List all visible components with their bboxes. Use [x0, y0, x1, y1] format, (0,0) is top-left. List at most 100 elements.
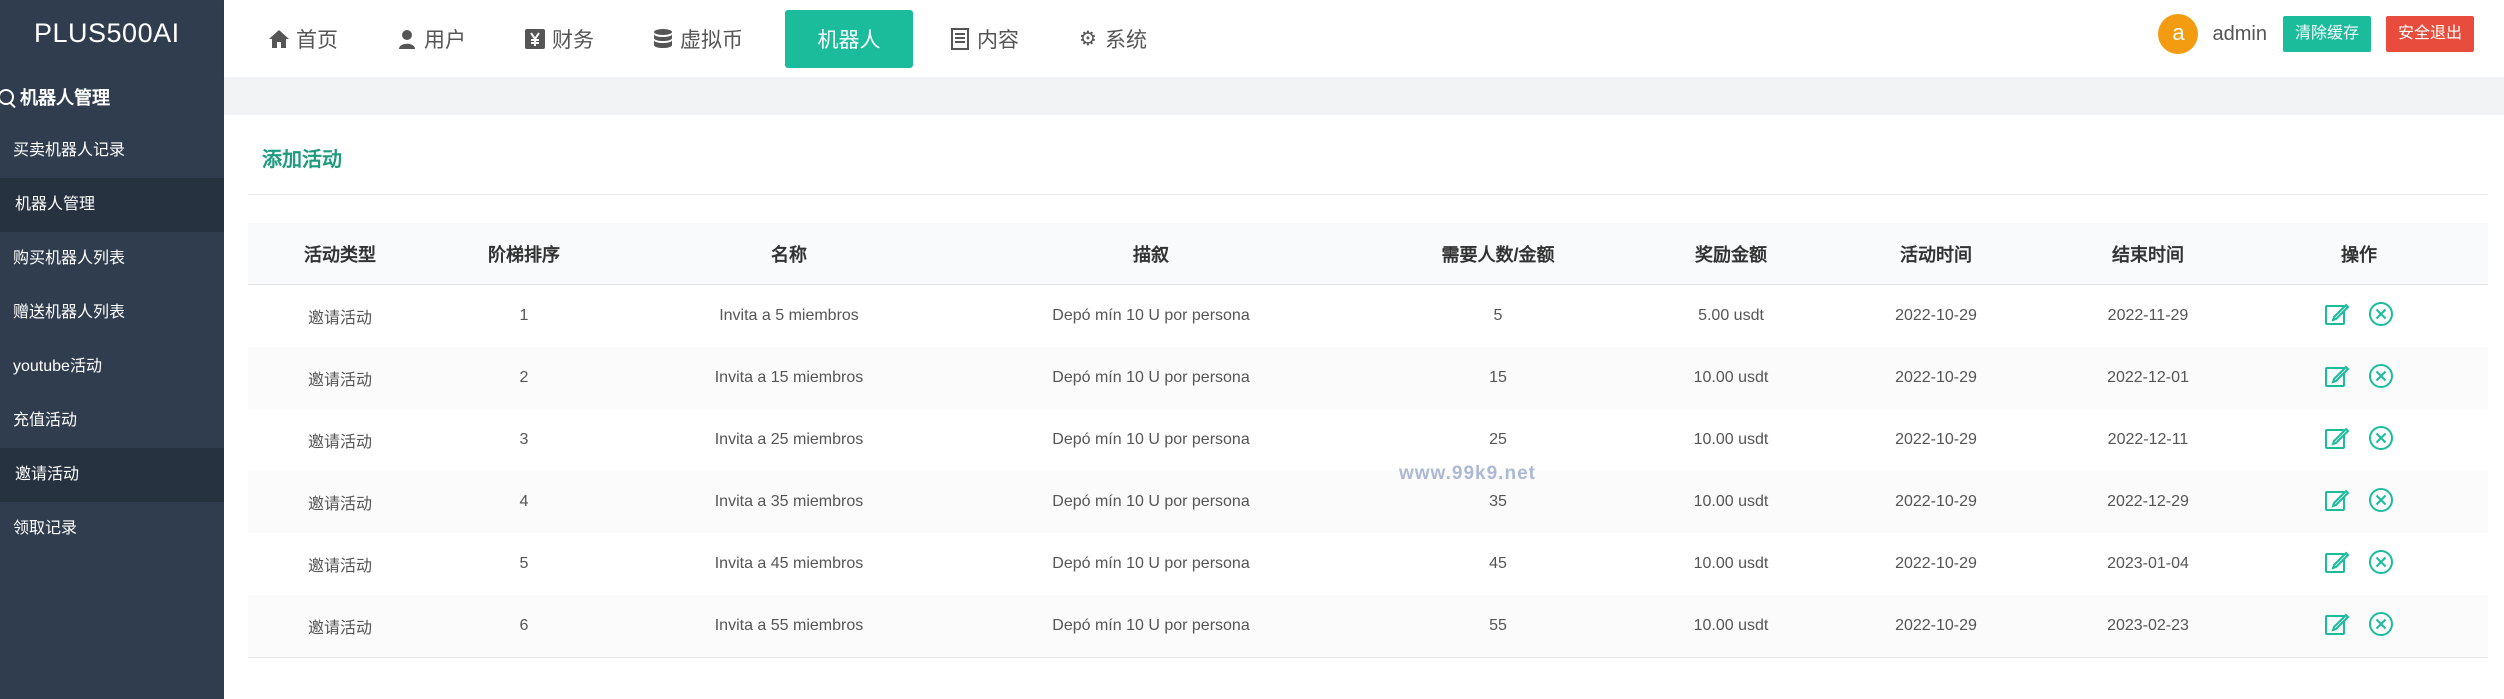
nav-finance[interactable]: 财务 [510, 10, 608, 68]
edit-icon[interactable] [2324, 487, 2350, 513]
edit-icon[interactable] [2324, 425, 2350, 451]
cell-start-time: 2022-10-29 [1895, 431, 1977, 448]
database-icon [654, 28, 672, 48]
nav-users[interactable]: 用户 [382, 10, 480, 68]
nav-system-label: 系统 [1105, 28, 1147, 52]
nav-robot-label: 机器人 [817, 28, 881, 52]
cell-reward: 10.00 usdt [1693, 431, 1769, 448]
sidebar-item-recharge-activity[interactable]: 充值活动 [0, 394, 224, 448]
cell-name: Invita a 25 miembros [714, 431, 864, 448]
sidebar-item-purchased-robots[interactable]: 购买机器人列表 [0, 232, 224, 286]
nav-content[interactable]: 内容 [935, 10, 1033, 68]
sidebar-section-label: 机器人管理 [20, 88, 110, 108]
add-activity-link[interactable]: 添加活动 [262, 143, 342, 172]
cell-actions [2230, 533, 2488, 595]
cell-description: Depó mín 10 U por persona [962, 471, 1340, 533]
top-navbar: 首页 用户 财务 虚拟币 机器人 内容 ⚙ 系统 a admin 清除缓存 安全… [224, 0, 2504, 77]
avatar[interactable]: a [2158, 14, 2199, 54]
cell-reward: 5.00 usdt [1698, 307, 1764, 324]
logout-button[interactable]: 安全退出 [2385, 16, 2474, 52]
cell-start-time: 2022-10-29 [1806, 471, 2066, 533]
cell-order: 1 [519, 307, 529, 324]
main-content: 添加活动 活动类型 阶梯排序 名称 描叙 需要人数/金额 奖励金额 活动时间 结… [224, 115, 2504, 699]
cell-end-time: 2023-01-04 [2107, 555, 2189, 572]
cell-start-time: 2022-10-29 [1895, 555, 1977, 572]
cell-actions [2230, 595, 2488, 658]
cell-required: 25 [1489, 431, 1507, 448]
cell-name: Invita a 35 miembros [616, 471, 962, 533]
delete-icon[interactable] [2368, 301, 2394, 327]
table-header-row: 活动类型 阶梯排序 名称 描叙 需要人数/金额 奖励金额 活动时间 结束时间 操… [248, 223, 2488, 285]
cell-type: 邀请活动 [248, 347, 432, 409]
col-header-reward: 奖励金额 [1656, 223, 1806, 285]
username[interactable]: admin [2212, 23, 2266, 46]
app-logo: PLUS500AI [34, 18, 180, 48]
cell-required: 5 [1493, 307, 1503, 324]
cell-order: 6 [432, 595, 616, 658]
cell-name: Invita a 45 miembros [714, 555, 864, 572]
user-area: a admin 清除缓存 安全退出 [2158, 14, 2474, 54]
delete-icon[interactable] [2368, 611, 2394, 637]
watermark: www.99k9.net [1399, 463, 1536, 484]
sidebar-item-gifted-robots[interactable]: 赠送机器人列表 [0, 286, 224, 340]
cell-end-time: 2022-12-11 [2107, 431, 2189, 448]
table-row: 邀请活动 1 Invita a 5 miembros Depó mín 10 U… [248, 285, 2488, 348]
cell-reward: 10.00 usdt [1656, 347, 1806, 409]
sidebar-item-robot-trade-records[interactable]: 买卖机器人记录 [0, 124, 224, 178]
col-header-end-time: 结束时间 [2066, 223, 2230, 285]
cell-description: Depó mín 10 U por persona [962, 595, 1340, 658]
nav-finance-label: 财务 [552, 28, 594, 52]
nav-content-label: 内容 [977, 28, 1019, 52]
cell-end-time: 2022-12-01 [2066, 347, 2230, 409]
col-header-order: 阶梯排序 [432, 223, 616, 285]
delete-icon[interactable] [2368, 487, 2394, 513]
user-icon [399, 29, 415, 49]
delete-icon[interactable] [2368, 425, 2394, 451]
nav-system[interactable]: ⚙ 系统 [1063, 10, 1161, 68]
cell-description: Depó mín 10 U por persona [1052, 431, 1250, 448]
col-header-description: 描叙 [962, 223, 1340, 285]
edit-icon[interactable] [2324, 301, 2350, 327]
col-header-required: 需要人数/金额 [1340, 223, 1656, 285]
cell-required: 55 [1340, 595, 1656, 658]
nav-robot[interactable]: 机器人 [785, 9, 913, 68]
cell-name: Invita a 55 miembros [616, 595, 962, 658]
table-row: 邀请活动 4 Invita a 35 miembros Depó mín 10 … [248, 471, 2488, 533]
edit-icon[interactable] [2324, 611, 2350, 637]
cell-start-time: 2022-10-29 [1806, 595, 2066, 658]
sidebar-item-invite-activity[interactable]: 邀请活动 [0, 448, 224, 502]
clear-cache-button[interactable]: 清除缓存 [2282, 16, 2371, 52]
nav-users-label: 用户 [424, 28, 466, 52]
divider [248, 194, 2488, 195]
cell-name: Invita a 5 miembros [719, 307, 859, 324]
cell-actions [2230, 409, 2488, 471]
cell-type: 邀请活动 [248, 471, 432, 533]
cell-actions [2230, 347, 2488, 409]
nav-home[interactable]: 首页 [254, 10, 352, 68]
cell-reward: 10.00 usdt [1656, 595, 1806, 658]
delete-icon[interactable] [2368, 363, 2394, 389]
cell-order: 4 [432, 471, 616, 533]
nav-crypto[interactable]: 虚拟币 [638, 10, 757, 68]
table-row: 邀请活动 3 Invita a 25 miembros Depó mín 10 … [248, 409, 2488, 471]
activity-table: 活动类型 阶梯排序 名称 描叙 需要人数/金额 奖励金额 活动时间 结束时间 操… [248, 223, 2488, 658]
main-nav: 首页 用户 财务 虚拟币 机器人 内容 ⚙ 系统 [224, 0, 1191, 77]
cell-order: 5 [519, 555, 529, 572]
finance-icon [525, 28, 545, 49]
nav-home-label: 首页 [296, 28, 338, 52]
cell-type: 邀请活动 [248, 595, 432, 658]
sidebar-item-robot-management[interactable]: 机器人管理 [0, 178, 224, 232]
edit-icon[interactable] [2324, 549, 2350, 575]
edit-icon[interactable] [2324, 363, 2350, 389]
sidebar-item-youtube-activity[interactable]: youtube活动 [0, 340, 224, 394]
gear-icon: ⚙ [1079, 28, 1097, 50]
table-row: 邀请活动 6 Invita a 55 miembros Depó mín 10 … [248, 595, 2488, 658]
cell-type: 邀请活动 [307, 558, 372, 575]
cell-actions [2230, 471, 2488, 533]
cell-type: 邀请活动 [307, 310, 372, 327]
cell-end-time: 2022-12-29 [2066, 471, 2230, 533]
delete-icon[interactable] [2368, 549, 2394, 575]
cell-order: 2 [432, 347, 616, 409]
sidebar-item-claim-records[interactable]: 领取记录 [0, 502, 224, 556]
table-row: 邀请活动 2 Invita a 15 miembros Depó mín 10 … [248, 347, 2488, 409]
